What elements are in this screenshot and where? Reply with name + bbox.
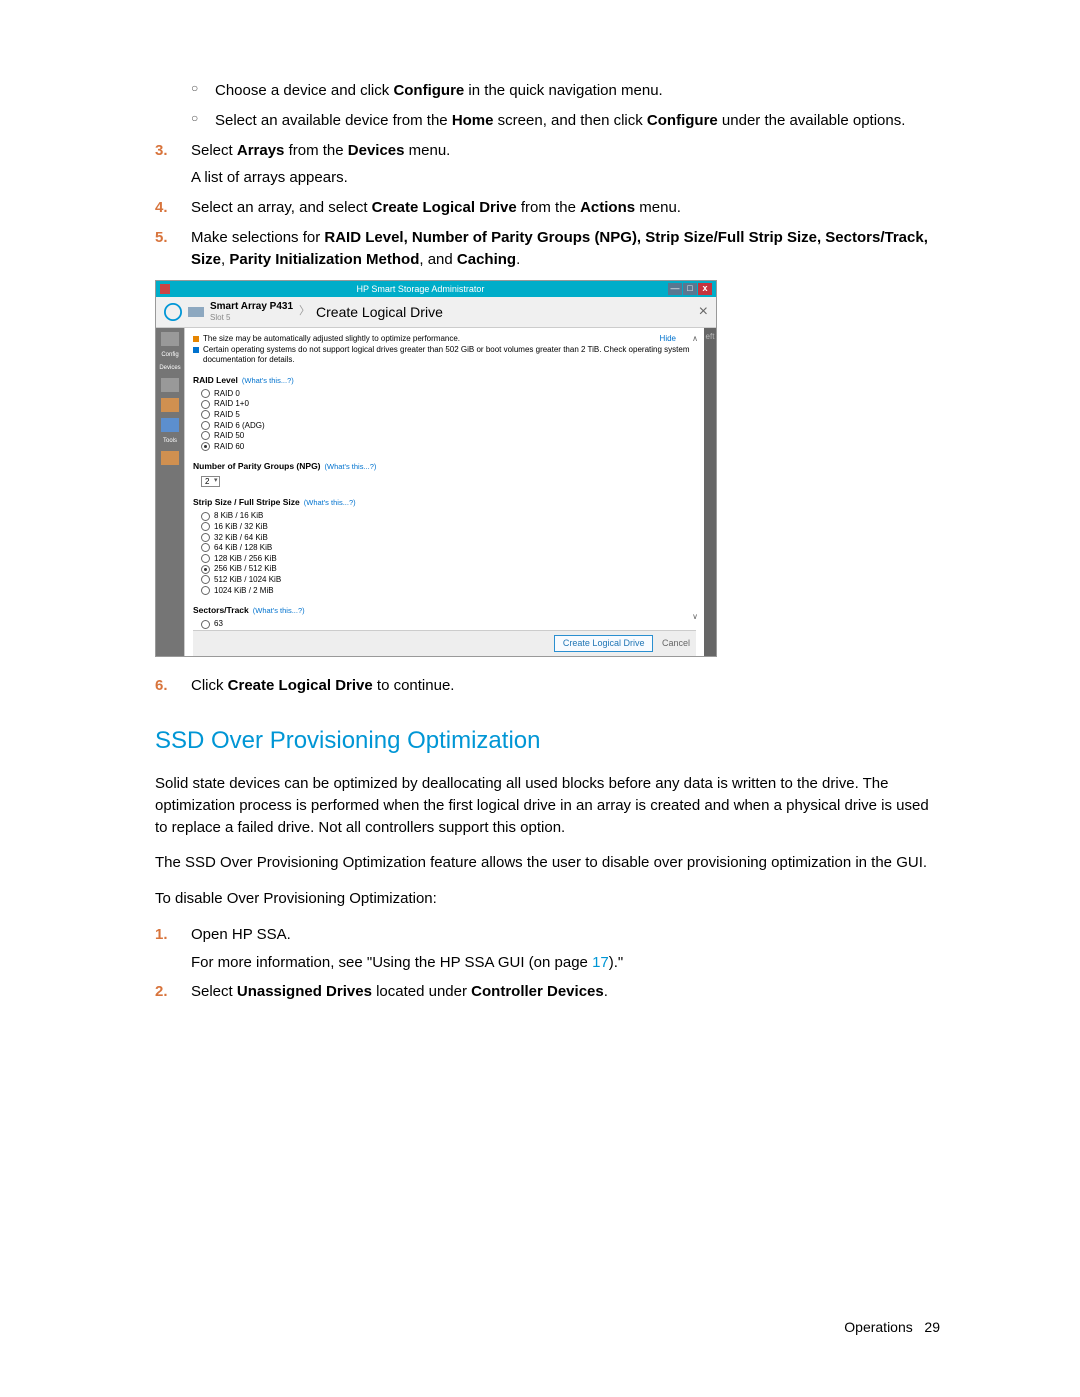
sidebar-array-icon[interactable] [161, 398, 179, 412]
raid-option[interactable]: RAID 0 [201, 389, 696, 399]
strip-option[interactable]: 512 KiB / 1024 KiB [201, 575, 696, 585]
hide-link[interactable]: Hide [660, 334, 676, 344]
raid-option[interactable]: RAID 1+0 [201, 399, 696, 409]
bullet-configure-quicknav: Choose a device and click Configure in t… [155, 80, 940, 102]
sidebar-config-icon[interactable] [161, 332, 179, 346]
strip-option[interactable]: 32 KiB / 64 KiB [201, 533, 696, 543]
breadcrumb: Smart Array P431 Slot 5 〉 Create Logical… [156, 297, 716, 328]
breadcrumb-page: Create Logical Drive [316, 304, 443, 321]
raid-level-label: RAID Level(What's this...?) [193, 375, 696, 385]
create-logical-drive-button[interactable]: Create Logical Drive [554, 635, 654, 652]
strip-option[interactable]: 16 KiB / 32 KiB [201, 522, 696, 532]
whats-this-link[interactable]: (What's this...?) [304, 498, 356, 507]
close-button[interactable]: x [698, 283, 712, 295]
breadcrumb-device[interactable]: Smart Array P431 [210, 301, 293, 313]
ssd-para-2: The SSD Over Provisioning Optimization f… [155, 852, 940, 874]
raid-options: RAID 0RAID 1+0RAID 5RAID 6 (ADG)RAID 50R… [201, 389, 696, 452]
maximize-button[interactable]: □ [683, 283, 697, 295]
page-link-17[interactable]: 17 [592, 954, 609, 971]
step-4: 4. Select an array, and select Create Lo… [155, 197, 940, 219]
raid-option[interactable]: RAID 6 (ADG) [201, 421, 696, 431]
form-panel: Hide ∧ The size may be automatically adj… [184, 328, 704, 656]
panel-close-icon[interactable]: × [699, 302, 708, 321]
step-6: 6. Click Create Logical Drive to continu… [155, 675, 940, 697]
window-titlebar: HP Smart Storage Administrator — □ x [156, 281, 716, 297]
raid-option[interactable]: RAID 60 [201, 442, 696, 452]
sub-bullets: Choose a device and click Configure in t… [155, 80, 940, 132]
step-5: 5. Make selections for RAID Level, Numbe… [155, 227, 940, 271]
strip-option[interactable]: 1024 KiB / 2 MiB [201, 586, 696, 596]
drive-icon [188, 307, 204, 317]
app-icon [160, 284, 170, 294]
disable-step-1: 1. Open HP SSA. For more information, se… [155, 924, 940, 974]
strip-option[interactable]: 256 KiB / 512 KiB [201, 564, 696, 574]
cancel-button[interactable]: Cancel [662, 638, 690, 648]
scroll-up-icon[interactable]: ∧ [692, 334, 698, 344]
npg-select[interactable]: 2 [201, 476, 220, 488]
sectors-opt[interactable]: 63 [201, 619, 696, 629]
chevron-right-icon: 〉 [299, 305, 310, 318]
strip-options: 8 KiB / 16 KiB16 KiB / 32 KiB32 KiB / 64… [201, 511, 696, 595]
strip-option[interactable]: 8 KiB / 16 KiB [201, 511, 696, 521]
sidebar-tools-icon[interactable] [161, 418, 179, 432]
breadcrumb-slot: Slot 5 [210, 313, 293, 323]
raid-option[interactable]: RAID 5 [201, 410, 696, 420]
sidebar-devices-label: Devices [159, 365, 180, 372]
notice-os: Certain operating systems do not support… [193, 345, 696, 364]
sidebar-config-label: Config [161, 352, 178, 359]
raid-option[interactable]: RAID 50 [201, 431, 696, 441]
section-title-ssd: SSD Over Provisioning Optimization [155, 724, 940, 759]
ssd-para-1: Solid state devices can be optimized by … [155, 773, 940, 838]
whats-this-link[interactable]: (What's this...?) [253, 606, 305, 615]
whats-this-link[interactable]: (What's this...?) [325, 462, 377, 471]
strip-option[interactable]: 128 KiB / 256 KiB [201, 554, 696, 564]
step-3: 3. Select Arrays from the Devices menu. … [155, 140, 940, 190]
whats-this-link[interactable]: (What's this...?) [242, 376, 294, 385]
bullet-configure-home: Select an available device from the Home… [155, 110, 940, 132]
sidebar-misc-icon[interactable] [161, 451, 179, 465]
ssd-para-3: To disable Over Provisioning Optimizatio… [155, 888, 940, 910]
minimize-button[interactable]: — [668, 283, 682, 295]
strip-option[interactable]: 64 KiB / 128 KiB [201, 543, 696, 553]
notice-size: The size may be automatically adjusted s… [193, 334, 696, 344]
scroll-down-icon[interactable]: ∨ [692, 612, 698, 622]
strip-size-label: Strip Size / Full Stripe Size(What's thi… [193, 497, 696, 507]
rightedge-hint: eft [704, 328, 716, 656]
sidebar-drive-icon[interactable] [161, 378, 179, 392]
sidebar: Config Devices Tools [156, 328, 184, 656]
disable-step-2: 2. Select Unassigned Drives located unde… [155, 981, 940, 1003]
page-footer: Operations 29 [844, 1317, 940, 1337]
ssa-window: HP Smart Storage Administrator — □ x Sma… [155, 280, 717, 656]
hp-logo-icon [164, 303, 182, 321]
step-3-result: A list of arrays appears. [191, 167, 940, 189]
sidebar-tools-label: Tools [163, 438, 177, 445]
disable-step-1-more: For more information, see "Using the HP … [191, 952, 940, 974]
sectors-options: 63 [201, 619, 696, 629]
window-title: HP Smart Storage Administrator [174, 284, 667, 295]
npg-label: Number of Parity Groups (NPG)(What's thi… [193, 461, 696, 471]
sectors-track-label: Sectors/Track(What's this...?) [193, 605, 696, 615]
action-bar: Create Logical Drive Cancel [193, 630, 696, 656]
